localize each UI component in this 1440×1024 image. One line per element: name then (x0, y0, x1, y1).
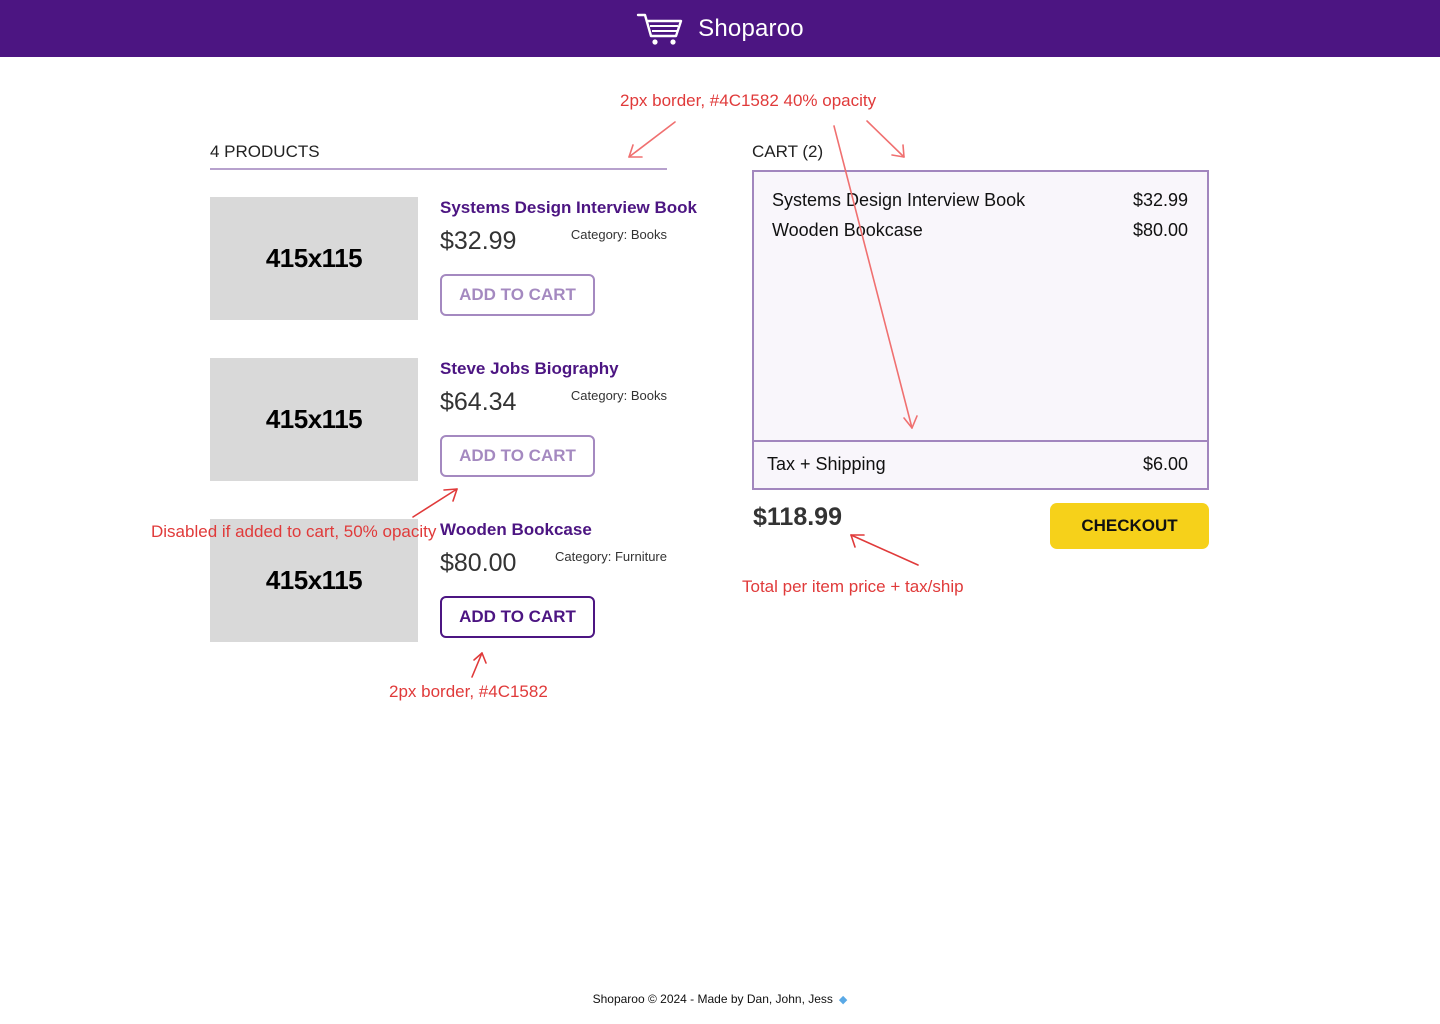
annotation-disabled: Disabled if added to cart, 50% opacity (151, 522, 437, 541)
cart-item: Wooden Bookcase $80.00 (772, 220, 1188, 244)
cart-item-price: $32.99 (1132, 190, 1188, 210)
cart-divider (754, 440, 1207, 442)
annotation-arrow (866, 120, 905, 158)
product-card: 415x115 Steve Jobs Biography $64.34 Cate… (210, 358, 667, 482)
cart-item-name: Wooden Bookcase (772, 220, 923, 240)
checkout-button[interactable]: CHECKOUT (1050, 503, 1209, 549)
annotation-total: Total per item price + tax/ship (742, 577, 964, 596)
tax-shipping-value: $6.00 (1142, 454, 1188, 474)
product-image-placeholder: 415x115 (210, 197, 418, 320)
cart-item: Systems Design Interview Book $32.99 (772, 190, 1188, 214)
annotation-arrow (850, 534, 919, 566)
annotation-border-solid: 2px border, #4C1582 (389, 682, 548, 701)
product-name[interactable]: Systems Design Interview Book (440, 198, 697, 218)
products-count-title: 4 PRODUCTS (210, 142, 320, 161)
cart-title: CART (2) (752, 142, 824, 161)
brand[interactable]: Shoparoo (636, 12, 804, 46)
product-category: Category: Furniture (555, 549, 667, 564)
footer: Shoparoo © 2024 - Made by Dan, John, Jes… (0, 992, 1440, 1006)
product-category: Category: Books (570, 227, 667, 242)
footer-text: Shoparoo © 2024 - Made by Dan, John, Jes… (592, 992, 833, 1006)
tax-shipping-label: Tax + Shipping (767, 454, 886, 474)
product-name[interactable]: Wooden Bookcase (440, 520, 592, 540)
annotation-arrow (412, 488, 458, 518)
product-image-placeholder: 415x115 (210, 358, 418, 481)
product-price: $64.34 (440, 388, 517, 416)
product-card: 415x115 Systems Design Interview Book $3… (210, 197, 697, 321)
cart-item-name: Systems Design Interview Book (772, 190, 1026, 210)
product-price: $80.00 (440, 549, 517, 577)
brand-name: Shoparoo (698, 14, 804, 42)
shopping-cart-icon (636, 13, 683, 45)
annotation-arrow (628, 121, 676, 158)
add-to-cart-button[interactable]: ADD TO CART (440, 274, 595, 316)
cart-panel: Systems Design Interview Book $32.99 Woo… (752, 170, 1209, 490)
add-to-cart-button[interactable]: ADD TO CART (440, 596, 595, 638)
add-to-cart-button[interactable]: ADD TO CART (440, 435, 595, 477)
tax-shipping-row: Tax + Shipping $6.00 (767, 454, 1188, 475)
annotation-arrow (471, 652, 487, 678)
annotation-border-faded: 2px border, #4C1582 40% opacity (620, 91, 877, 110)
product-category: Category: Books (570, 388, 667, 403)
cart-item-price: $80.00 (1132, 220, 1188, 240)
gem-icon: ◆ (838, 994, 848, 1006)
top-nav-bar: Shoparoo (0, 0, 1440, 57)
cart-total: $118.99 (753, 503, 842, 531)
product-name[interactable]: Steve Jobs Biography (440, 359, 619, 379)
product-price: $32.99 (440, 227, 517, 255)
products-divider (210, 168, 667, 170)
